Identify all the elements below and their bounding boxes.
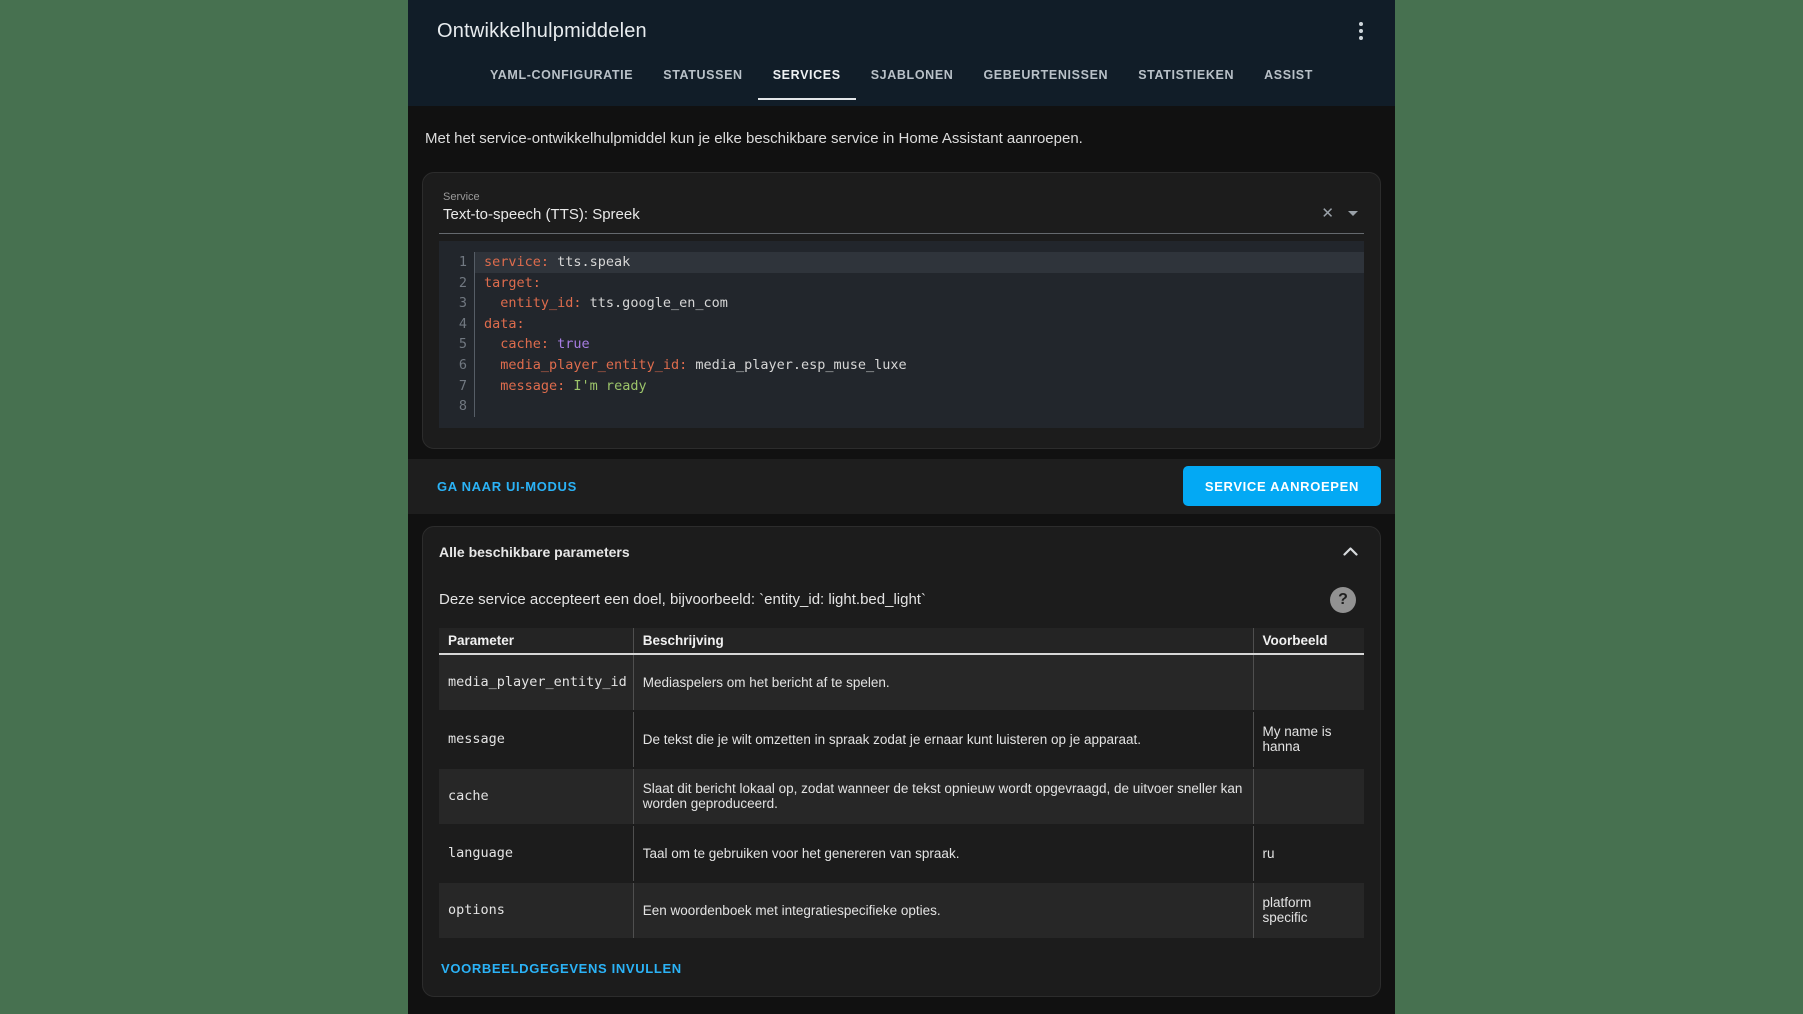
line-number: 4 xyxy=(439,314,467,335)
line-number: 7 xyxy=(439,376,467,397)
tab-yaml-configuratie[interactable]: YAML-CONFIGURATIE xyxy=(475,52,648,100)
example-cell xyxy=(1253,768,1364,825)
description-cell: Een woordenboek met integratiespecifieke… xyxy=(633,882,1253,939)
example-cell: ru xyxy=(1253,825,1364,882)
app-window: Ontwikkelhulpmiddelen YAML-CONFIGURATIES… xyxy=(408,0,1395,1014)
tab-assist[interactable]: ASSIST xyxy=(1249,52,1328,100)
table-body: media_player_entity_idMediaspelers om he… xyxy=(439,654,1364,939)
header-top: Ontwikkelhulpmiddelen xyxy=(408,10,1395,52)
column-header: Voorbeeld xyxy=(1253,628,1364,654)
go-ui-mode-link[interactable]: GA NAAR UI-MODUS xyxy=(437,479,577,494)
service-select-label: Service xyxy=(443,191,1321,203)
table-row: media_player_entity_idMediaspelers om he… xyxy=(439,654,1364,711)
description-cell: Mediaspelers om het bericht af te spelen… xyxy=(633,654,1253,711)
service-select-value: Text-to-speech (TTS): Spreek xyxy=(443,206,640,223)
tab-statussen[interactable]: STATUSSEN xyxy=(648,52,757,100)
service-editor-card: Service Text-to-speech (TTS): Spreek ✕ 1… xyxy=(422,172,1381,449)
line-number: 8 xyxy=(439,396,467,417)
parameter-name-cell: cache xyxy=(439,768,633,825)
table-header-row: ParameterBeschrijvingVoorbeeld xyxy=(439,628,1364,654)
call-service-button[interactable]: SERVICE AANROEPEN xyxy=(1183,466,1381,506)
collapse-chevron-icon[interactable] xyxy=(1337,545,1364,558)
code-line[interactable] xyxy=(475,396,1364,417)
description-cell: De tekst die je wilt omzetten in spraak … xyxy=(633,711,1253,768)
code-line[interactable]: media_player_entity_id: media_player.esp… xyxy=(475,355,1364,376)
parameters-card: Alle beschikbare parameters Deze service… xyxy=(422,526,1381,997)
code-line[interactable]: target: xyxy=(475,273,1364,294)
column-header: Parameter xyxy=(439,628,633,654)
tab-services[interactable]: SERVICES xyxy=(758,52,856,100)
description-cell: Slaat dit bericht lokaal op, zodat wanne… xyxy=(633,768,1253,825)
parameter-name-cell: message xyxy=(439,711,633,768)
actions-bar: GA NAAR UI-MODUS SERVICE AANROEPEN xyxy=(408,459,1395,514)
target-description: Deze service accepteert een doel, bijvoo… xyxy=(439,591,926,608)
example-cell: platform specific xyxy=(1253,882,1364,939)
code-line[interactable]: cache: true xyxy=(475,334,1364,355)
tab-gebeurtenissen[interactable]: GEBEURTENISSEN xyxy=(968,52,1123,100)
tab-bar: YAML-CONFIGURATIESTATUSSENSERVICESSJABLO… xyxy=(408,52,1395,100)
description-cell: Taal om te gebruiken voor het genereren … xyxy=(633,825,1253,882)
table-row: optionsEen woordenboek met integratiespe… xyxy=(439,882,1364,939)
kebab-menu-icon[interactable] xyxy=(1353,16,1369,46)
dropdown-caret-icon[interactable] xyxy=(1348,211,1358,216)
help-icon[interactable]: ? xyxy=(1330,587,1356,613)
page-title: Ontwikkelhulpmiddelen xyxy=(437,20,647,43)
app-header: Ontwikkelhulpmiddelen YAML-CONFIGURATIES… xyxy=(408,0,1395,106)
intro-text: Met het service-ontwikkelhulpmiddel kun … xyxy=(408,106,1395,147)
code-line[interactable]: service: tts.speak xyxy=(475,252,1364,273)
line-number: 1 xyxy=(439,252,467,273)
table-row: languageTaal om te gebruiken voor het ge… xyxy=(439,825,1364,882)
yaml-editor[interactable]: 12345678 service: tts.speaktarget: entit… xyxy=(439,241,1364,428)
line-number: 5 xyxy=(439,334,467,355)
service-select[interactable]: Service Text-to-speech (TTS): Spreek ✕ xyxy=(439,189,1364,234)
fill-example-data-link[interactable]: VOORBEELDGEGEVENS INVULLEN xyxy=(441,961,682,976)
gutter: 12345678 xyxy=(439,252,475,417)
code-line[interactable]: data: xyxy=(475,314,1364,335)
line-number: 2 xyxy=(439,273,467,294)
tab-sjablonen[interactable]: SJABLONEN xyxy=(856,52,969,100)
parameters-header[interactable]: Alle beschikbare parameters xyxy=(439,544,1364,560)
parameters-table: ParameterBeschrijvingVoorbeeld media_pla… xyxy=(439,628,1364,940)
main-content: Met het service-ontwikkelhulpmiddel kun … xyxy=(408,106,1395,1014)
parameter-name-cell: media_player_entity_id xyxy=(439,654,633,711)
parameters-title: Alle beschikbare parameters xyxy=(439,544,630,560)
clear-icon[interactable]: ✕ xyxy=(1321,206,1334,221)
line-number: 3 xyxy=(439,293,467,314)
code-lines: service: tts.speaktarget: entity_id: tts… xyxy=(475,252,1364,417)
table-row: cacheSlaat dit bericht lokaal op, zodat … xyxy=(439,768,1364,825)
code-line[interactable]: entity_id: tts.google_en_com xyxy=(475,293,1364,314)
code-line[interactable]: message: I'm ready xyxy=(475,376,1364,397)
column-header: Beschrijving xyxy=(633,628,1253,654)
line-number: 6 xyxy=(439,355,467,376)
parameter-name-cell: language xyxy=(439,825,633,882)
tab-statistieken[interactable]: STATISTIEKEN xyxy=(1123,52,1249,100)
example-cell: My name is hanna xyxy=(1253,711,1364,768)
example-cell xyxy=(1253,654,1364,711)
table-row: messageDe tekst die je wilt omzetten in … xyxy=(439,711,1364,768)
parameter-name-cell: options xyxy=(439,882,633,939)
